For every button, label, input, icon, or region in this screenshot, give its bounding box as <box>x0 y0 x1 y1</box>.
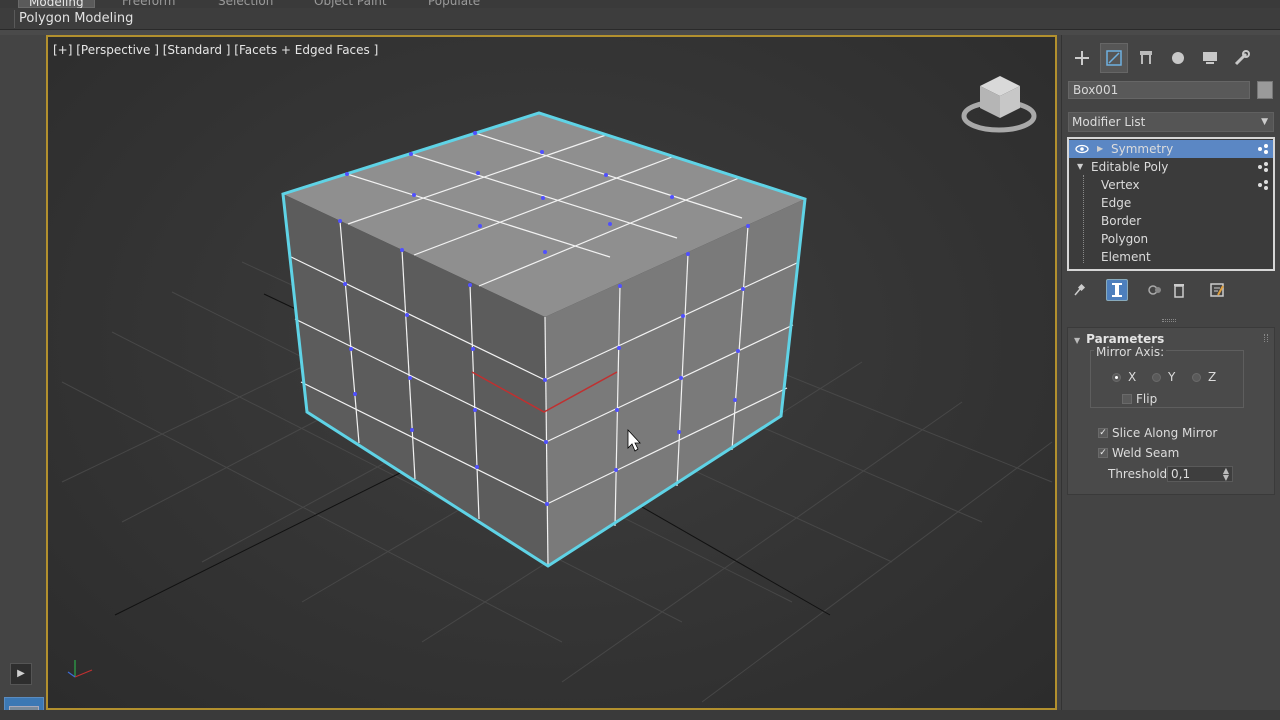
spinner-arrows-icon[interactable]: ▲ ▼ <box>1223 467 1229 482</box>
hierarchy-icon[interactable] <box>1132 43 1160 73</box>
chevron-down-icon: ▼ <box>1074 336 1081 345</box>
ribbon-panel-bar: Polygon Modeling <box>0 8 1280 30</box>
stack-item-symmetry[interactable]: ▶ Symmetry <box>1069 140 1273 158</box>
mirror-axis-z-radio[interactable] <box>1192 373 1201 382</box>
remove-modifier-icon[interactable] <box>1168 279 1190 301</box>
perspective-viewport[interactable]: [+] [Perspective ] [Standard ] [Facets +… <box>46 35 1057 710</box>
slice-along-mirror-label: Slice Along Mirror <box>1112 426 1218 440</box>
stack-item-editable-poly[interactable]: ▼ Editable Poly <box>1069 158 1273 176</box>
status-bar <box>0 710 1280 720</box>
command-panel: Box001 Modifier List ▼ ▶ Symmetry ▼ Edit… <box>1061 35 1280 720</box>
object-name-field[interactable]: Box001 <box>1068 81 1250 99</box>
rollout-grip[interactable] <box>1162 319 1176 322</box>
mirror-axis-z-label: Z <box>1208 370 1217 384</box>
parameters-rollout: ▼ Parameters Mirror Axis: X Y Z Flip ✓ Sl… <box>1067 327 1275 495</box>
pin-stack-icon[interactable] <box>1068 279 1090 301</box>
tab-object-paint[interactable]: Object Paint <box>314 0 387 8</box>
mirror-axis-y-radio[interactable] <box>1152 373 1161 382</box>
ribbon-panel-title[interactable]: Polygon Modeling <box>14 10 137 28</box>
mirror-axis-x-radio[interactable] <box>1112 373 1121 382</box>
weld-seam-checkbox[interactable]: ✓ <box>1098 448 1108 458</box>
command-panel-tabs <box>1066 43 1276 73</box>
stack-subobject-element[interactable]: Element <box>1069 248 1273 266</box>
threshold-value: 0,1 <box>1171 467 1191 481</box>
rollout-drag-handle[interactable] <box>1264 334 1268 342</box>
viewport-label[interactable]: [+] [Perspective ] [Standard ] [Facets +… <box>53 43 378 57</box>
threshold-spinner[interactable]: 0,1 ▲ ▼ <box>1167 466 1233 482</box>
utilities-icon[interactable] <box>1228 43 1256 73</box>
threshold-label: Threshold: <box>1108 467 1172 481</box>
chevron-right-icon[interactable]: ▶ <box>1097 140 1103 158</box>
ribbon-tabs: Modeling Freeform Selection Object Paint… <box>0 0 1280 8</box>
display-icon[interactable] <box>1196 43 1224 73</box>
modifier-list-label: Modifier List <box>1072 115 1146 129</box>
stack-subobject-border[interactable]: Border <box>1069 212 1273 230</box>
mirror-axis-y-label: Y <box>1168 370 1176 384</box>
show-end-result-icon[interactable] <box>1106 279 1128 301</box>
tab-populate[interactable]: Populate <box>428 0 480 8</box>
viewcube-icon <box>961 76 1037 133</box>
stack-item-label: Symmetry <box>1111 142 1174 156</box>
stack-subobject-vertex[interactable]: Vertex <box>1069 176 1273 194</box>
create-icon[interactable] <box>1068 43 1096 73</box>
stack-subobject-polygon[interactable]: Polygon <box>1069 230 1273 248</box>
stack-subobject-edge[interactable]: Edge <box>1069 194 1273 212</box>
chevron-down-icon[interactable]: ▼ <box>1077 158 1083 176</box>
stack-subobject-label: Element <box>1101 250 1151 264</box>
modifier-stack[interactable]: ▶ Symmetry ▼ Editable Poly Vertex Edge B… <box>1067 137 1275 271</box>
tab-freeform[interactable]: Freeform <box>122 0 175 8</box>
modifier-stack-tools <box>1068 279 1268 303</box>
weld-seam-label: Weld Seam <box>1112 446 1180 460</box>
motion-icon[interactable] <box>1164 43 1192 73</box>
mirror-axis-label: Mirror Axis: <box>1094 345 1167 359</box>
tab-selection[interactable]: Selection <box>218 0 273 8</box>
viewport-scene[interactable] <box>48 37 1057 710</box>
flip-checkbox[interactable] <box>1122 394 1132 404</box>
stack-item-label: Editable Poly <box>1091 160 1169 174</box>
object-color-swatch[interactable] <box>1257 81 1273 99</box>
play-icon[interactable]: ▶ <box>10 663 32 685</box>
mirror-axis-x-label: X <box>1128 370 1137 384</box>
tab-modeling[interactable]: Modeling <box>18 0 95 8</box>
parameters-rollout-header[interactable]: ▼ Parameters <box>1074 332 1164 346</box>
configure-modifier-sets-icon[interactable] <box>1206 279 1228 301</box>
slice-along-mirror-checkbox[interactable]: ✓ <box>1098 428 1108 438</box>
stack-subobject-label: Polygon <box>1101 232 1149 246</box>
stack-subobject-label: Vertex <box>1101 178 1140 192</box>
stack-subobject-label: Edge <box>1101 196 1132 210</box>
chevron-down-icon: ▼ <box>1261 117 1268 127</box>
axis-tripod-icon <box>67 660 93 678</box>
parameters-title: Parameters <box>1086 332 1165 346</box>
modifier-list-dropdown[interactable]: Modifier List ▼ <box>1068 112 1274 132</box>
make-unique-icon[interactable] <box>1144 279 1166 301</box>
flip-label: Flip <box>1136 392 1158 406</box>
stack-subobject-label: Border <box>1101 214 1142 228</box>
left-tool-strip: ▶ <box>0 35 46 720</box>
modify-icon[interactable] <box>1100 43 1128 73</box>
